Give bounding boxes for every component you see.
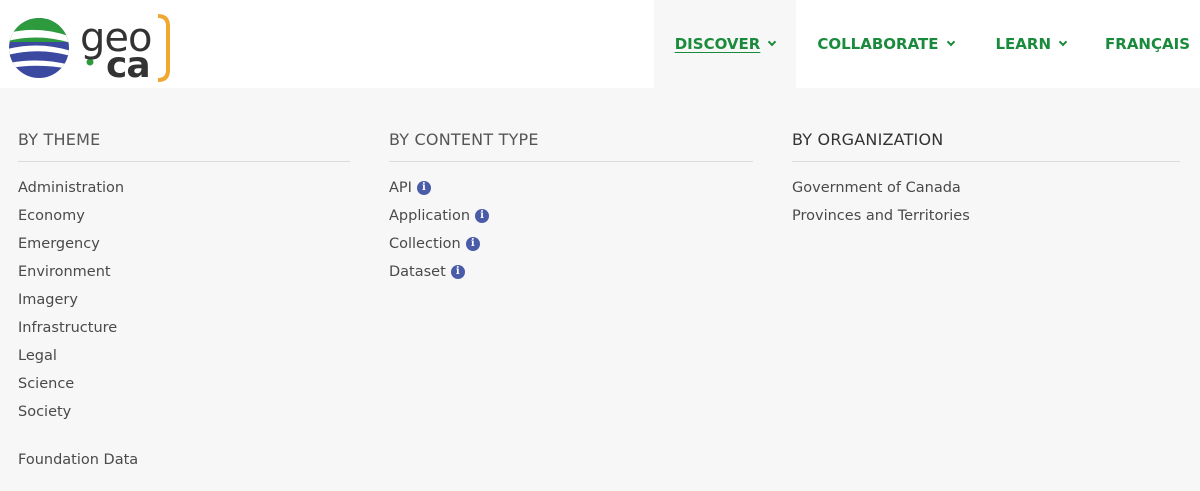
geo-ca-logo[interactable]: geo ca (6, 12, 174, 84)
by-theme-heading: BY THEME (18, 130, 350, 162)
chevron-down-icon (1058, 37, 1068, 47)
content-type-api-label: API (389, 180, 412, 196)
organization-list: Government of Canada Provinces and Terri… (792, 178, 1180, 234)
chevron-down-icon (768, 37, 777, 47)
theme-link-society[interactable]: Society (18, 402, 350, 430)
by-content-type-heading: BY CONTENT TYPE (389, 130, 753, 162)
content-type-collection[interactable]: Collection i (389, 234, 753, 262)
theme-link-science[interactable]: Science (18, 374, 350, 402)
column-by-organization: BY ORGANIZATION Government of Canada Pro… (792, 130, 1180, 234)
site-header: geo ca DISCOVER COLLABORATE LEARN FRANÇA… (0, 0, 1200, 88)
chevron-down-icon (946, 37, 955, 47)
column-by-content-type: BY CONTENT TYPE API i Application i Coll… (389, 130, 753, 290)
main-nav: DISCOVER COLLABORATE LEARN FRANÇAIS (653, 0, 1200, 88)
content-type-dataset[interactable]: Dataset i (389, 262, 753, 290)
foundation-data-link[interactable]: Foundation Data (18, 450, 350, 478)
theme-link-imagery[interactable]: Imagery (18, 290, 350, 318)
theme-list: Administration Economy Emergency Environ… (18, 178, 350, 478)
nav-discover[interactable]: DISCOVER (653, 0, 797, 88)
content-type-api[interactable]: API i (389, 178, 753, 206)
content-type-application-label: Application (389, 208, 471, 224)
discover-dropdown-panel: BY THEME Administration Economy Emergenc… (0, 88, 1200, 491)
nav-collaborate-label: COLLABORATE (817, 35, 939, 53)
content-type-collection-label: Collection (389, 236, 461, 252)
nav-collaborate[interactable]: COLLABORATE (796, 0, 974, 88)
content-type-list: API i Application i Collection i Dataset… (389, 178, 753, 290)
info-icon[interactable]: i (465, 237, 480, 251)
content-type-application[interactable]: Application i (389, 206, 753, 234)
org-link-government-of-canada[interactable]: Government of Canada (792, 178, 1180, 206)
theme-link-economy[interactable]: Economy (18, 206, 350, 234)
theme-link-administration[interactable]: Administration (18, 178, 350, 206)
content-type-dataset-label: Dataset (389, 264, 446, 280)
nav-learn-label: LEARN (995, 35, 1052, 53)
theme-link-legal[interactable]: Legal (18, 346, 350, 374)
nav-discover-label: DISCOVER (674, 35, 761, 53)
logo-text-ca: ca (106, 45, 151, 86)
column-by-theme: BY THEME Administration Economy Emergenc… (18, 130, 350, 478)
language-toggle[interactable]: FRANÇAIS (1087, 0, 1200, 88)
org-link-provinces-territories[interactable]: Provinces and Territories (792, 206, 1180, 234)
info-icon[interactable]: i (475, 209, 490, 223)
by-organization-heading: BY ORGANIZATION (792, 130, 1180, 162)
theme-link-infrastructure[interactable]: Infrastructure (18, 318, 350, 346)
theme-link-environment[interactable]: Environment (18, 262, 350, 290)
info-icon[interactable]: i (450, 265, 465, 279)
theme-link-emergency[interactable]: Emergency (18, 234, 350, 262)
nav-learn[interactable]: LEARN (975, 0, 1088, 88)
info-icon[interactable]: i (416, 181, 431, 195)
